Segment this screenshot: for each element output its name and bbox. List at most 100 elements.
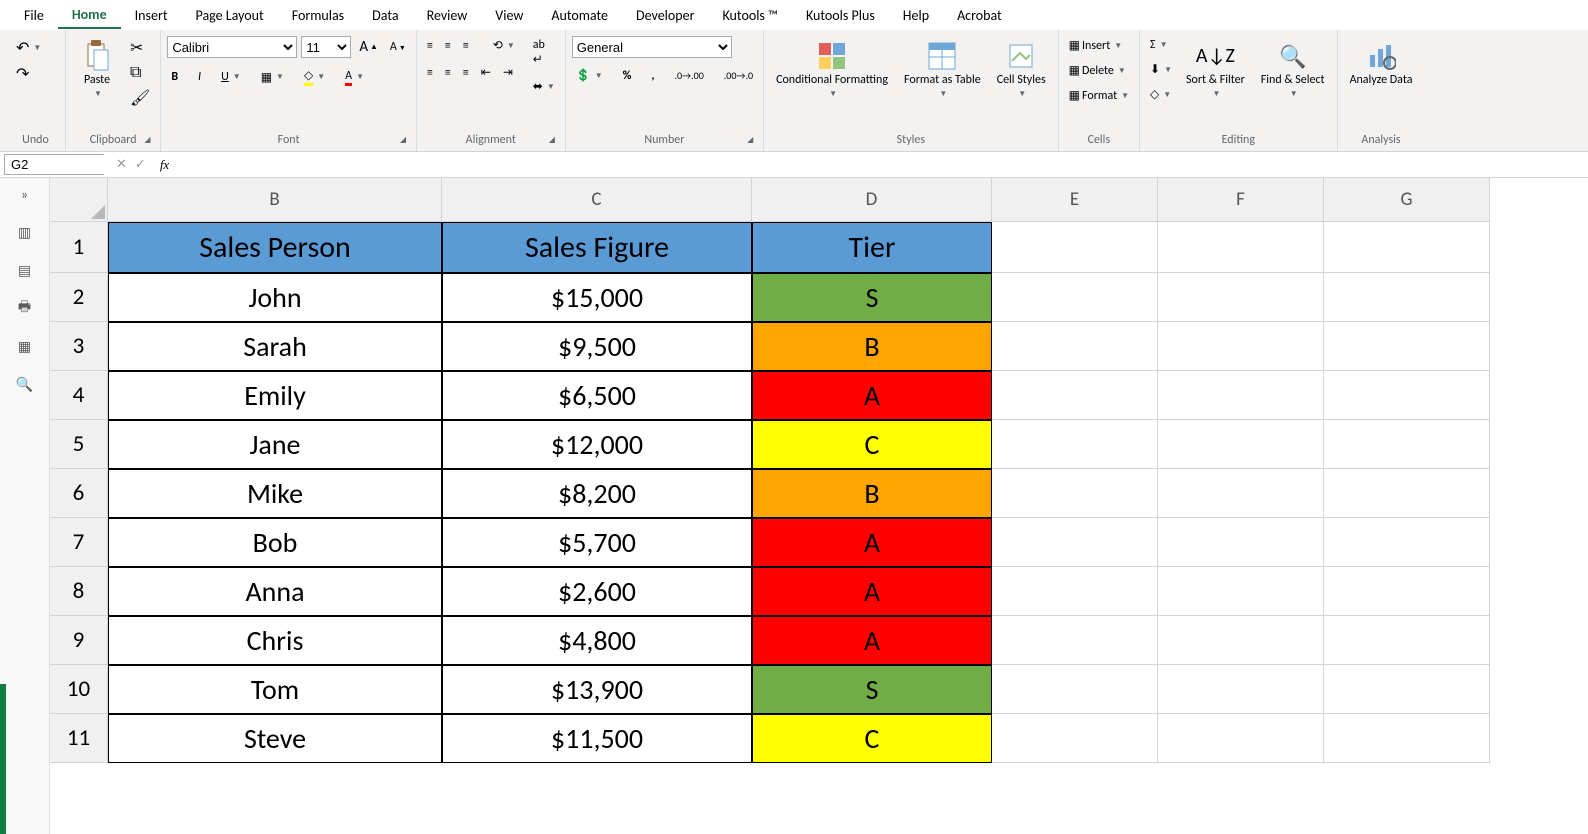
menu-help[interactable]: Help [889, 3, 943, 28]
cell[interactable]: Tom [108, 665, 442, 714]
cell[interactable]: C [752, 420, 992, 469]
table-header-cell[interactable]: Tier [752, 222, 992, 273]
panel-icon[interactable]: 🔍 [16, 376, 34, 392]
cell[interactable]: Anna [108, 567, 442, 616]
cell[interactable] [1158, 273, 1324, 322]
conditional-formatting-button[interactable]: Conditional Formatting▼ [770, 36, 894, 103]
column-header[interactable]: G [1324, 178, 1490, 222]
table-header-cell[interactable]: Sales Person [108, 222, 442, 273]
dialog-launcher-icon[interactable]: ◢ [549, 135, 561, 147]
cell[interactable]: $2,600 [442, 567, 752, 616]
cell[interactable] [992, 714, 1158, 763]
formula-cancel-icon[interactable]: ✕ [116, 157, 127, 172]
font-size-select[interactable]: 11 [301, 36, 351, 58]
sort-filter-button[interactable]: A↓Z Sort & Filter▼ [1180, 36, 1251, 103]
row-header[interactable]: 11 [50, 714, 108, 763]
cell[interactable]: $8,200 [442, 469, 752, 518]
cell[interactable] [1158, 518, 1324, 567]
collapse-panel-icon[interactable]: » [16, 186, 34, 202]
menu-formulas[interactable]: Formulas [278, 3, 358, 28]
column-header[interactable]: B [108, 178, 442, 222]
name-box[interactable]: ▼ [4, 154, 104, 175]
cell[interactable] [992, 420, 1158, 469]
cell[interactable]: Sarah [108, 322, 442, 371]
formula-input[interactable] [175, 155, 1588, 174]
cell[interactable] [1324, 222, 1490, 273]
merge-center-button[interactable]: ⬌▼ [529, 77, 559, 96]
increase-font-button[interactable]: A▲ [355, 36, 382, 58]
cell[interactable] [1158, 322, 1324, 371]
row-header[interactable]: 7 [50, 518, 108, 567]
find-select-button[interactable]: 🔍 Find & Select▼ [1255, 36, 1331, 103]
increase-decimal-button[interactable]: .0→.00 [670, 67, 707, 84]
align-center-button[interactable]: ≡ [441, 64, 455, 82]
select-all-corner[interactable] [50, 178, 108, 222]
menu-kutools-plus[interactable]: Kutools Plus [792, 3, 889, 28]
italic-button[interactable]: I [194, 68, 205, 86]
dialog-launcher-icon[interactable]: ◢ [144, 135, 156, 147]
cell[interactable]: A [752, 371, 992, 420]
panel-icon[interactable]: ▤ [16, 262, 34, 278]
column-header[interactable]: F [1158, 178, 1324, 222]
wrap-text-button[interactable]: ab↵ [529, 36, 559, 69]
row-header[interactable]: 6 [50, 469, 108, 518]
panel-icon[interactable]: 🖶 [16, 300, 34, 316]
menu-developer[interactable]: Developer [622, 3, 708, 28]
delete-cells-button[interactable]: ▦ Delete ▼ [1065, 61, 1133, 80]
menu-data[interactable]: Data [358, 3, 412, 28]
cell[interactable]: $15,000 [442, 273, 752, 322]
menu-review[interactable]: Review [413, 3, 482, 28]
orientation-button[interactable]: ⟲▼ [489, 36, 519, 55]
align-right-button[interactable]: ≡ [459, 64, 473, 82]
cell[interactable]: $12,000 [442, 420, 752, 469]
row-header[interactable]: 8 [50, 567, 108, 616]
align-middle-button[interactable]: ≡ [441, 37, 455, 55]
menu-page-layout[interactable]: Page Layout [182, 3, 278, 28]
cell[interactable] [992, 469, 1158, 518]
cell[interactable]: S [752, 273, 992, 322]
cell[interactable]: Mike [108, 469, 442, 518]
cell[interactable]: A [752, 567, 992, 616]
column-header[interactable]: C [442, 178, 752, 222]
cell[interactable] [992, 222, 1158, 273]
cell[interactable]: Steve [108, 714, 442, 763]
number-format-select[interactable]: General [572, 36, 732, 58]
align-bottom-button[interactable]: ≡ [459, 37, 473, 55]
cell[interactable]: $9,500 [442, 322, 752, 371]
cell[interactable]: B [752, 322, 992, 371]
cell[interactable] [992, 371, 1158, 420]
cell[interactable]: Jane [108, 420, 442, 469]
cell[interactable]: $4,800 [442, 616, 752, 665]
cell[interactable]: $11,500 [442, 714, 752, 763]
cell[interactable]: Chris [108, 616, 442, 665]
cell[interactable] [1158, 665, 1324, 714]
table-header-cell[interactable]: Sales Figure [442, 222, 752, 273]
cell[interactable] [1324, 469, 1490, 518]
cell[interactable]: B [752, 469, 992, 518]
align-top-button[interactable]: ≡ [423, 37, 437, 55]
cell[interactable]: $6,500 [442, 371, 752, 420]
percent-button[interactable]: % [619, 67, 636, 85]
cell[interactable]: A [752, 616, 992, 665]
cut-button[interactable]: ✂ [126, 36, 154, 60]
insert-cells-button[interactable]: ▦ Insert ▼ [1065, 36, 1133, 55]
autosum-button[interactable]: Σ▼ [1146, 36, 1176, 54]
cell[interactable]: S [752, 665, 992, 714]
row-header[interactable]: 10 [50, 665, 108, 714]
cell[interactable] [1324, 518, 1490, 567]
dialog-launcher-icon[interactable]: ◢ [400, 135, 412, 147]
cell[interactable] [1324, 273, 1490, 322]
panel-icon[interactable]: ▦ [16, 338, 34, 354]
menu-file[interactable]: File [10, 3, 58, 28]
decrease-font-button[interactable]: A▼ [386, 38, 410, 56]
menu-kutools-™[interactable]: Kutools ™ [708, 3, 791, 28]
clear-button[interactable]: ◇▼ [1146, 85, 1176, 104]
cell[interactable] [992, 273, 1158, 322]
cell[interactable] [992, 322, 1158, 371]
cell[interactable] [1158, 371, 1324, 420]
cell[interactable] [1158, 420, 1324, 469]
decrease-decimal-button[interactable]: .00→.0 [720, 67, 757, 84]
cell[interactable]: $5,700 [442, 518, 752, 567]
formula-accept-icon[interactable]: ✓ [135, 157, 146, 172]
font-name-select[interactable]: Calibri [167, 36, 297, 58]
